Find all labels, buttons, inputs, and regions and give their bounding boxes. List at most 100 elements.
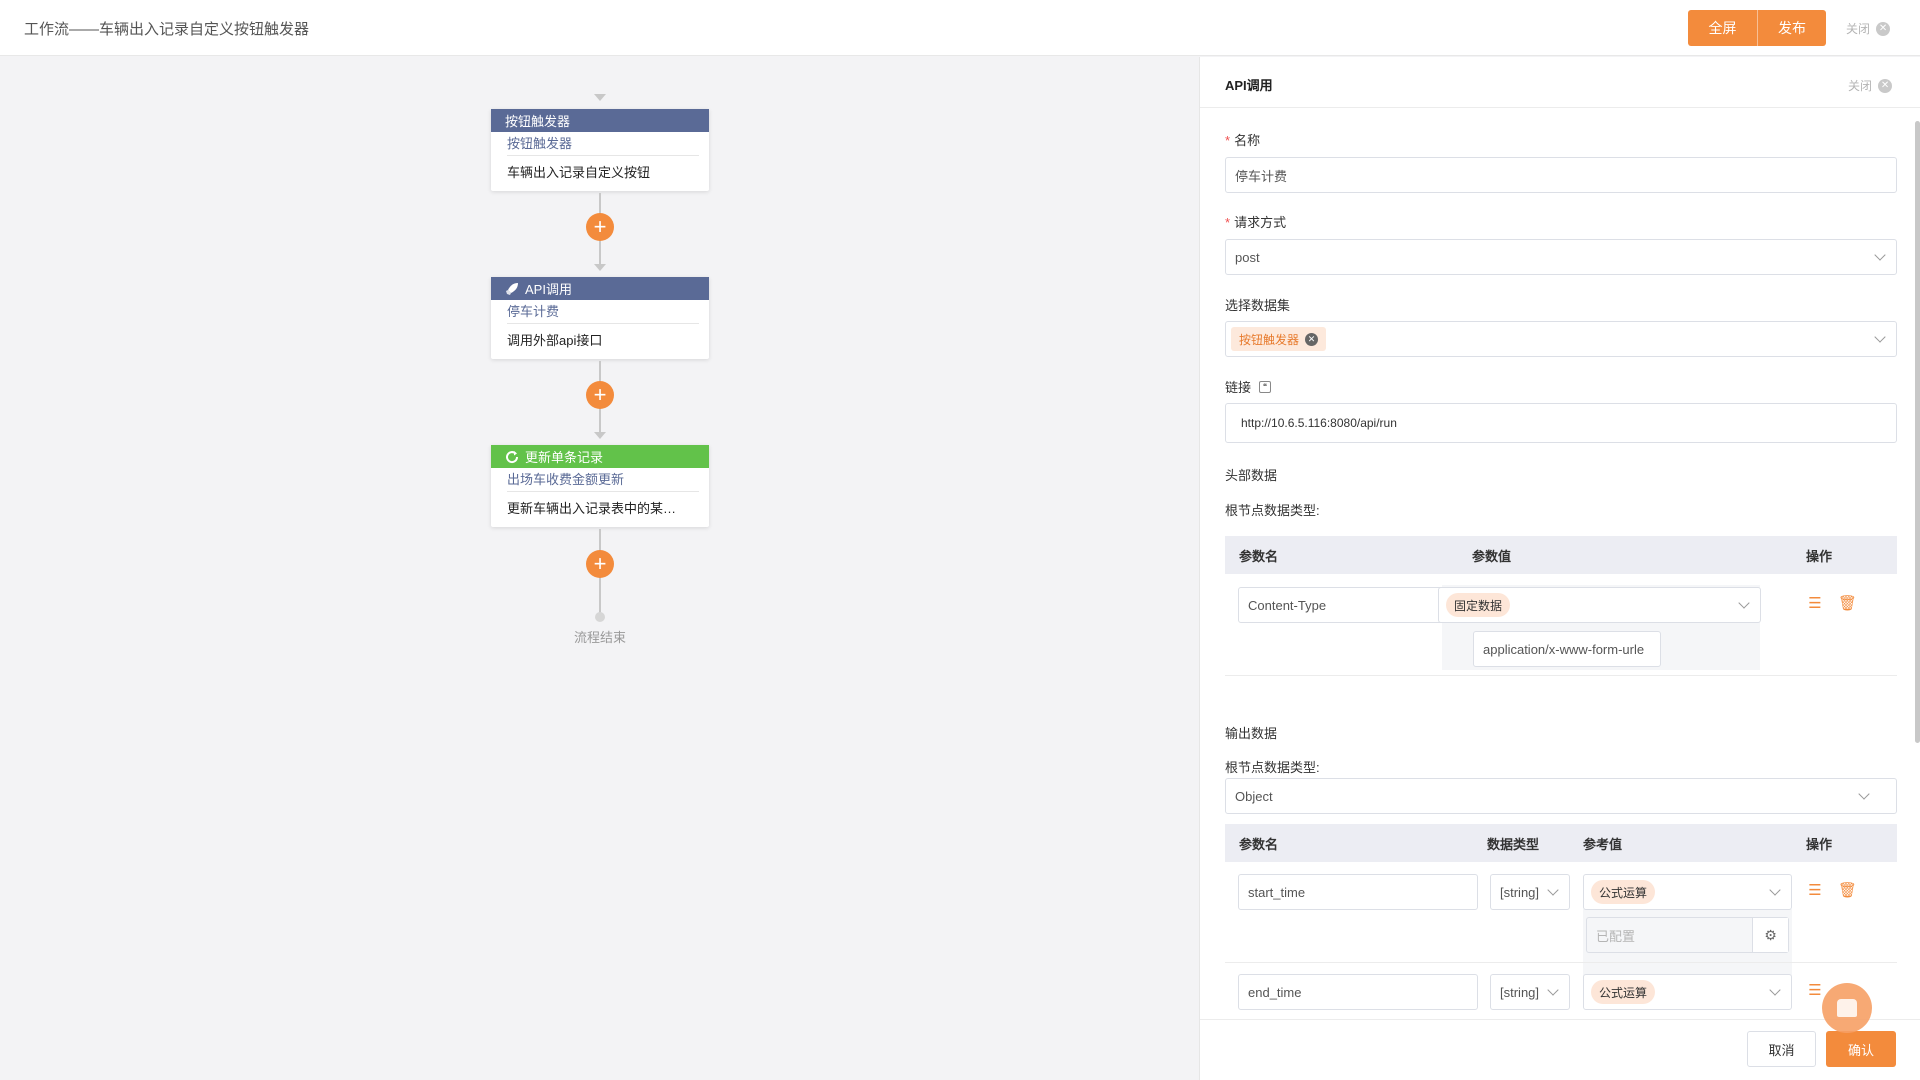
output-root-type-label: 根节点数据类型:	[1225, 760, 1320, 775]
page-title: 工作流——车辆出入记录自定义按钮触发器	[24, 21, 310, 38]
trash-icon[interactable]: 🗑	[1838, 882, 1857, 900]
output-param-name-input[interactable]: end_time	[1238, 974, 1478, 1010]
gear-icon[interactable]: ⚙	[1752, 918, 1788, 952]
connector-arrow	[594, 432, 606, 439]
flow-node-button-trigger[interactable]: 按钮触发器 按钮触发器 车辆出入记录自定义按钮	[491, 109, 709, 191]
rocket-icon	[506, 282, 518, 295]
output-table-header: 参数名 数据类型 参考值 操作	[1225, 824, 1897, 862]
header-param-name-input[interactable]: Content-Type	[1238, 587, 1463, 623]
close-icon: ✕	[1876, 21, 1891, 36]
nested-list-icon[interactable]: ☰	[1806, 982, 1824, 1000]
close-icon: ✕	[1878, 78, 1893, 93]
value-type-tag: 固定数据	[1446, 593, 1511, 617]
header-button-group: 全屏 发布	[1688, 10, 1826, 46]
name-input[interactable]: 停车计费	[1225, 157, 1897, 193]
dataset-tag: 按钮触发器 ✕	[1231, 327, 1327, 351]
col-operation: 操作	[1806, 836, 1833, 852]
cancel-button[interactable]: 取消	[1747, 1031, 1816, 1067]
method-value: post	[1235, 249, 1260, 265]
row-divider	[1225, 675, 1897, 676]
col-param-value: 参数值	[1472, 548, 1512, 564]
col-operation: 操作	[1806, 548, 1833, 564]
chevron-down-icon	[1769, 884, 1781, 896]
api-config-panel: API调用 关闭 ✕ * 名称 停车计费 * 请求方式 post 选择数据集 按钮触…	[1199, 57, 1920, 1080]
confirm-button[interactable]: 确认	[1826, 1031, 1896, 1067]
workflow-canvas: 按钮触发器 按钮触发器 车辆出入记录自定义按钮 + API调用 停车计费 调用外…	[0, 57, 1198, 1080]
node-header: 按钮触发器	[491, 109, 709, 132]
ref-config-status: 已配置	[1596, 928, 1636, 944]
panel-divider	[1200, 107, 1920, 108]
remove-tag-icon[interactable]: ✕	[1305, 332, 1319, 346]
method-label-text: 请求方式	[1234, 215, 1287, 230]
header-value-type-select[interactable]: 固定数据	[1438, 587, 1761, 623]
headers-table-header: 参数名 参数值 操作	[1225, 536, 1897, 574]
output-data-type-select[interactable]: [string]	[1490, 974, 1570, 1010]
trash-icon[interactable]: 🗑	[1838, 595, 1857, 613]
name-label-text: 名称	[1234, 133, 1261, 148]
method-select[interactable]: post	[1225, 239, 1897, 275]
method-label: * 请求方式	[1225, 212, 1286, 231]
panel-title: API调用	[1225, 78, 1273, 93]
flow-node-api-call[interactable]: API调用 停车计费 调用外部api接口	[491, 277, 709, 359]
chevron-down-icon	[1874, 331, 1886, 343]
node-header: 更新单条记录	[491, 445, 709, 468]
add-node-button[interactable]: +	[586, 550, 614, 578]
node-subtitle: 出场车收费金额更新	[507, 468, 699, 492]
chevron-down-icon	[1769, 984, 1781, 996]
col-reference: 参考值	[1583, 836, 1623, 852]
name-value: 停车计费	[1235, 168, 1288, 184]
start-arrow	[594, 94, 606, 101]
dataset-label: 选择数据集	[1225, 298, 1291, 313]
dataset-tag-label: 按钮触发器	[1239, 332, 1300, 347]
ref-config-input[interactable]: 已配置 ⚙	[1586, 917, 1789, 953]
panel-close-button[interactable]: 关闭 ✕	[1848, 77, 1893, 94]
refresh-icon	[506, 450, 519, 463]
node-title: 按钮触发器	[505, 114, 571, 129]
output-data-type: [string]	[1500, 884, 1540, 900]
dataset-select[interactable]: 按钮触发器 ✕	[1225, 321, 1897, 357]
required-mark: *	[1225, 133, 1231, 148]
ref-type-select[interactable]: 公式运算	[1583, 874, 1792, 910]
close-label: 关闭	[1846, 22, 1871, 36]
col-data-type: 数据类型	[1487, 836, 1540, 852]
panel-footer: 取消 确认	[1200, 1019, 1920, 1080]
top-header: 工作流——车辆出入记录自定义按钮触发器 全屏 发布 关闭 ✕	[0, 0, 1920, 56]
node-title: API调用	[525, 282, 572, 297]
row-divider	[1225, 962, 1897, 963]
flow-node-update-record[interactable]: 更新单条记录 出场车收费金额更新 更新车辆出入记录表中的某…	[491, 445, 709, 527]
nested-list-icon[interactable]: ☰	[1806, 595, 1824, 613]
ref-type-select[interactable]: 公式运算	[1583, 974, 1792, 1010]
header-value-input[interactable]: application/x-www-form-urle	[1473, 631, 1661, 667]
link-value: http://10.6.5.116:8080/api/run	[1241, 416, 1397, 430]
add-node-button[interactable]: +	[586, 381, 614, 409]
link-input[interactable]: http://10.6.5.116:8080/api/run	[1225, 403, 1897, 443]
nested-list-icon[interactable]: ☰	[1806, 882, 1824, 900]
close-label: 关闭	[1848, 79, 1873, 93]
node-subtitle: 按钮触发器	[507, 132, 699, 156]
publish-button[interactable]: 发布	[1757, 10, 1826, 46]
quote-icon[interactable]: ❝	[1259, 380, 1272, 393]
node-title: 更新单条记录	[525, 450, 604, 465]
required-mark: *	[1225, 215, 1231, 230]
add-node-button[interactable]: +	[586, 213, 614, 241]
link-label: 链接 ❝	[1225, 377, 1272, 396]
chevron-down-icon	[1738, 597, 1750, 609]
output-data-type-select[interactable]: [string]	[1490, 874, 1570, 910]
output-data-type: [string]	[1500, 984, 1540, 1000]
node-header: API调用	[491, 277, 709, 300]
fullscreen-button[interactable]: 全屏	[1688, 10, 1757, 46]
name-label: * 名称	[1225, 130, 1260, 149]
chevron-down-icon	[1547, 984, 1559, 996]
output-param-name-input[interactable]: start_time	[1238, 874, 1478, 910]
flow-end-dot	[595, 612, 605, 622]
ref-type-tag: 公式运算	[1591, 980, 1656, 1004]
panel-scrollbar[interactable]	[1915, 121, 1920, 743]
floating-assistant-button[interactable]	[1822, 983, 1872, 1033]
header-close-button[interactable]: 关闭 ✕	[1846, 20, 1891, 37]
output-root-type-select[interactable]: Object	[1225, 778, 1897, 814]
output-section-label: 输出数据	[1225, 726, 1278, 741]
output-param-name: end_time	[1248, 984, 1302, 1000]
col-param-name: 参数名	[1239, 548, 1279, 564]
output-root-type-value: Object	[1235, 788, 1273, 804]
header-param-name: Content-Type	[1248, 597, 1327, 613]
